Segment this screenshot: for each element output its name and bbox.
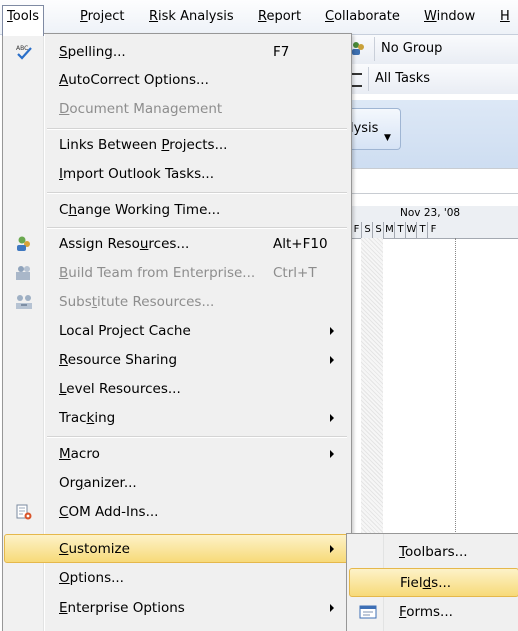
menu-item-change-working-time[interactable]: Change Working Time... — [5, 196, 348, 224]
menu-item-label: Build Team from Enterprise... — [59, 265, 256, 281]
menu-item-label: COM Add-Ins... — [59, 504, 159, 520]
menubar-project[interactable]: Project — [76, 6, 129, 28]
menu-item-label: Customize — [59, 541, 130, 557]
submenu-arrow-icon — [330, 356, 334, 364]
substitute-resources-icon — [15, 293, 33, 311]
menu-item-label: Document Management — [59, 101, 223, 117]
menu-separator — [47, 192, 347, 194]
group-icon[interactable] — [350, 40, 366, 56]
menu-item-local-project-cache[interactable]: Local Project Cache — [5, 317, 348, 345]
gantt-day-header: F S S M T W T F — [340, 222, 518, 239]
menu-item-shortcut: Ctrl+T — [273, 265, 317, 281]
toolbar-row-2: All Tasks — [340, 64, 518, 94]
menu-separator — [47, 436, 347, 438]
menu-item-label: Tracking — [59, 410, 116, 426]
submenu-item-fields[interactable]: Fields... — [349, 568, 518, 597]
menu-item-label: Import Outlook Tasks... — [59, 166, 214, 182]
menu-separator — [47, 227, 347, 229]
menu-item-label: Change Working Time... — [59, 202, 221, 218]
entry-bar[interactable] — [340, 168, 518, 194]
menu-item-label: Options... — [59, 570, 124, 586]
menu-item-spelling[interactable]: ABC Spelling... F7 — [5, 38, 348, 66]
menu-item-shortcut: Alt+F10 — [273, 236, 328, 252]
gantt-week-label: Nov 23, '08 — [400, 207, 461, 219]
menu-item-build-team-from-enterprise[interactable]: Build Team from Enterprise... Ctrl+T — [5, 259, 348, 287]
menu-item-links-between-projects[interactable]: Links Between Projects... — [5, 131, 348, 159]
submenu-item-toolbars[interactable]: Toolbars... — [349, 538, 517, 566]
build-team-icon — [15, 264, 33, 282]
com-addins-icon — [15, 503, 33, 521]
menu-item-import-outlook-tasks[interactable]: Import Outlook Tasks... — [5, 160, 348, 188]
menu-item-label: Local Project Cache — [59, 323, 191, 339]
dropdown-arrow-icon: ▼ — [384, 133, 391, 143]
submenu-arrow-icon — [330, 414, 334, 422]
submenu-arrow-icon — [330, 450, 334, 458]
menu-item-tracking[interactable]: Tracking — [5, 404, 348, 432]
menu-item-label: Forms... — [399, 604, 453, 620]
forms-icon — [359, 604, 377, 620]
menu-item-label: Assign Resources... — [59, 236, 190, 252]
gantt-day: F — [427, 222, 439, 238]
menu-bar: Tools Project Risk Analysis Report Colla… — [0, 0, 518, 36]
customize-submenu: Toolbars... Fields... Forms... — [346, 533, 518, 631]
menu-item-autocorrect-options[interactable]: AutoCorrect Options... — [5, 66, 348, 94]
menu-separator — [47, 128, 347, 130]
menu-item-label: Organizer... — [59, 475, 137, 491]
menubar-help[interactable]: H — [496, 6, 514, 28]
menu-item-label: Macro — [59, 446, 100, 462]
menubar-window[interactable]: Window — [420, 6, 479, 28]
submenu-item-forms[interactable]: Forms... — [349, 598, 517, 626]
menu-item-options[interactable]: Options... — [5, 564, 348, 592]
menu-item-label: Links Between Projects... — [59, 137, 228, 153]
menu-item-document-management[interactable]: Document Management — [5, 95, 348, 123]
menu-item-macro[interactable]: Macro — [5, 440, 348, 468]
tools-menu: ABC Spelling... F7 AutoCorrect Options..… — [2, 33, 352, 631]
menu-item-com-add-ins[interactable]: COM Add-Ins... — [5, 498, 348, 526]
filter-combo[interactable]: All Tasks — [368, 67, 518, 91]
svg-text:ABC: ABC — [16, 45, 28, 52]
submenu-arrow-icon — [330, 545, 334, 553]
menubar-risk-analysis[interactable]: Risk Analysis — [145, 6, 238, 28]
menu-item-label: AutoCorrect Options... — [59, 72, 209, 88]
menu-item-assign-resources[interactable]: Assign Resources... Alt+F10 — [5, 230, 348, 258]
menu-item-level-resources[interactable]: Level Resources... — [5, 375, 348, 403]
menu-item-enterprise-options[interactable]: Enterprise Options — [5, 594, 348, 622]
menu-item-shortcut: F7 — [273, 44, 290, 60]
menu-item-label: Resource Sharing — [59, 352, 178, 368]
menu-item-label: Substitute Resources... — [59, 294, 215, 310]
menu-item-label: Spelling... — [59, 44, 126, 60]
spelling-icon: ABC — [15, 43, 33, 61]
submenu-arrow-icon — [330, 327, 334, 335]
toolbar-row-1: No Group — [340, 34, 518, 64]
gantt-week-header: Nov 23, '08 — [340, 206, 518, 223]
menu-item-label: Enterprise Options — [59, 600, 185, 616]
menubar-collaborate[interactable]: Collaborate — [321, 6, 404, 28]
menubar-report[interactable]: Report — [254, 6, 305, 28]
menu-item-customize[interactable]: Customize — [4, 534, 349, 563]
menu-item-organizer[interactable]: Organizer... — [5, 469, 348, 497]
menu-item-label: Level Resources... — [59, 381, 181, 397]
menu-item-resource-sharing[interactable]: Resource Sharing — [5, 346, 348, 374]
assign-resources-icon — [15, 235, 33, 253]
group-combo[interactable]: No Group — [374, 37, 518, 61]
menu-item-substitute-resources[interactable]: Substitute Resources... — [5, 288, 348, 316]
menu-item-label: Toolbars... — [399, 544, 468, 560]
menubar-tools[interactable]: Tools — [2, 5, 45, 36]
submenu-arrow-icon — [330, 604, 334, 612]
menu-item-label: Fields... — [400, 575, 452, 591]
